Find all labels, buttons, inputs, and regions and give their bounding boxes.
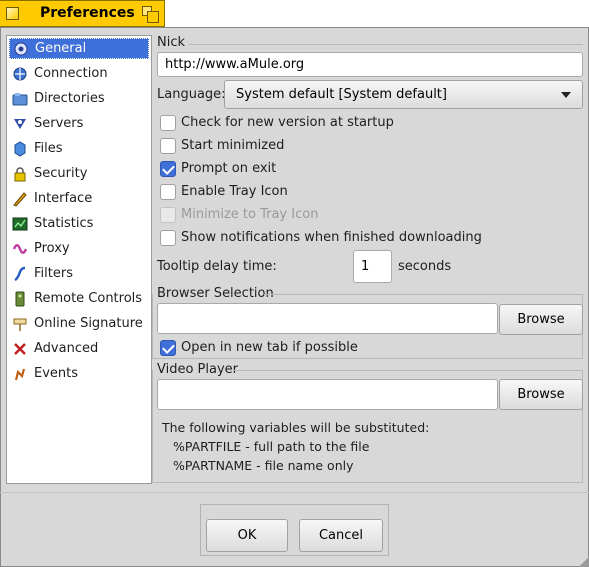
sidebar-item-servers[interactable]: Servers [9,113,149,134]
show-notifications-label[interactable]: Show notifications when finished downloa… [181,230,482,245]
show-notifications-checkbox[interactable] [160,230,176,246]
tooltip-delay-label: Tooltip delay time: [157,259,277,274]
sidebar-item-label: Events [34,366,79,381]
zoom-icon[interactable] [142,6,160,24]
sidebar-item-connection[interactable]: Connection [9,63,149,84]
open-new-tab-checkbox[interactable] [160,340,176,356]
minimize-to-tray-label: Minimize to Tray Icon [181,207,319,222]
video-note-line: %PARTNAME - file name only [173,458,354,473]
advanced-icon [11,340,29,358]
start-minimized-checkbox[interactable] [160,138,176,154]
open-new-tab-label[interactable]: Open in new tab if possible [181,340,358,355]
sidebar-item-label: Statistics [34,216,94,231]
enable-tray-icon-label[interactable]: Enable Tray Icon [181,184,288,199]
gear-icon [12,40,30,58]
sidebar-item-advanced[interactable]: Advanced [9,338,149,359]
sidebar-item-files[interactable]: Files [9,138,149,159]
servers-icon [11,115,29,133]
resize-grip-icon[interactable] [579,557,589,567]
video-note-line: %PARTFILE - full path to the file [173,439,370,454]
check-version-checkbox[interactable] [160,115,176,131]
sidebar-item-filters[interactable]: Filters [9,263,149,284]
sidebar-item-label: Directories [34,91,105,106]
sidebar-item-events[interactable]: Events [9,363,149,384]
ok-button[interactable]: OK [206,519,288,552]
language-label: Language: [157,87,226,102]
sidebar-item-label: Filters [34,266,73,281]
sidebar-item-statistics[interactable]: Statistics [9,213,149,234]
browser-browse-button[interactable]: Browse [499,304,583,335]
sidebar-item-label: Servers [34,116,84,131]
prompt-on-exit-label[interactable]: Prompt on exit [181,161,276,176]
tooltip-unit-label: seconds [398,259,452,274]
files-icon [11,140,29,158]
video-note-line: The following variables will be substitu… [162,420,430,435]
video-input[interactable] [157,379,498,410]
proxy-icon [11,240,29,258]
events-icon [11,365,29,383]
sidebar-item-proxy[interactable]: Proxy [9,238,149,259]
signature-icon [11,315,29,333]
sidebar-item-label: Proxy [34,241,70,256]
window-title: Preferences [40,5,135,21]
cancel-button[interactable]: Cancel [299,519,383,552]
prompt-on-exit-checkbox[interactable] [160,161,176,177]
sidebar-item-remote-controls[interactable]: Remote Controls [9,288,149,309]
nick-input[interactable]: http://www.aMule.org [157,52,583,77]
connection-icon [11,65,29,83]
sidebar-item-directories[interactable]: Directories [9,88,149,109]
statistics-icon [11,215,29,233]
filter-icon [11,265,29,283]
sidebar-item-label: Interface [34,191,93,206]
sidebar-item-label: Advanced [34,341,99,356]
check-version-label[interactable]: Check for new version at startup [181,115,394,130]
remote-icon [11,290,29,308]
nick-group-line [188,44,583,45]
sidebar: General Connection Directories Servers F… [6,35,152,484]
tooltip-delay-input[interactable]: 1 [353,250,392,283]
folder-icon [11,90,29,108]
language-select[interactable]: System default [System default] [224,80,583,109]
sidebar-item-label: General [35,41,87,56]
title-tab[interactable]: Preferences [0,0,165,27]
sidebar-item-label: Security [34,166,88,181]
sidebar-item-label: Files [34,141,63,156]
nick-label: Nick [157,35,186,50]
sidebar-item-online-signature[interactable]: Online Signature [9,313,149,334]
close-icon[interactable] [6,7,19,20]
enable-tray-icon-checkbox[interactable] [160,184,176,200]
footer-divider [0,492,589,493]
start-minimized-label[interactable]: Start minimized [181,138,284,153]
interface-icon [11,190,29,208]
video-browse-button[interactable]: Browse [499,379,583,410]
minimize-to-tray-checkbox [160,207,176,223]
language-select-value: System default [System default] [236,87,447,102]
lock-icon [11,165,29,183]
sidebar-item-interface[interactable]: Interface [9,188,149,209]
sidebar-item-label: Online Signature [34,316,143,331]
sidebar-item-label: Remote Controls [34,291,143,306]
sidebar-item-label: Connection [34,66,108,81]
chevron-down-icon [561,92,571,98]
sidebar-item-security[interactable]: Security [9,163,149,184]
browser-input[interactable] [157,303,498,334]
sidebar-item-general[interactable]: General [9,38,149,59]
